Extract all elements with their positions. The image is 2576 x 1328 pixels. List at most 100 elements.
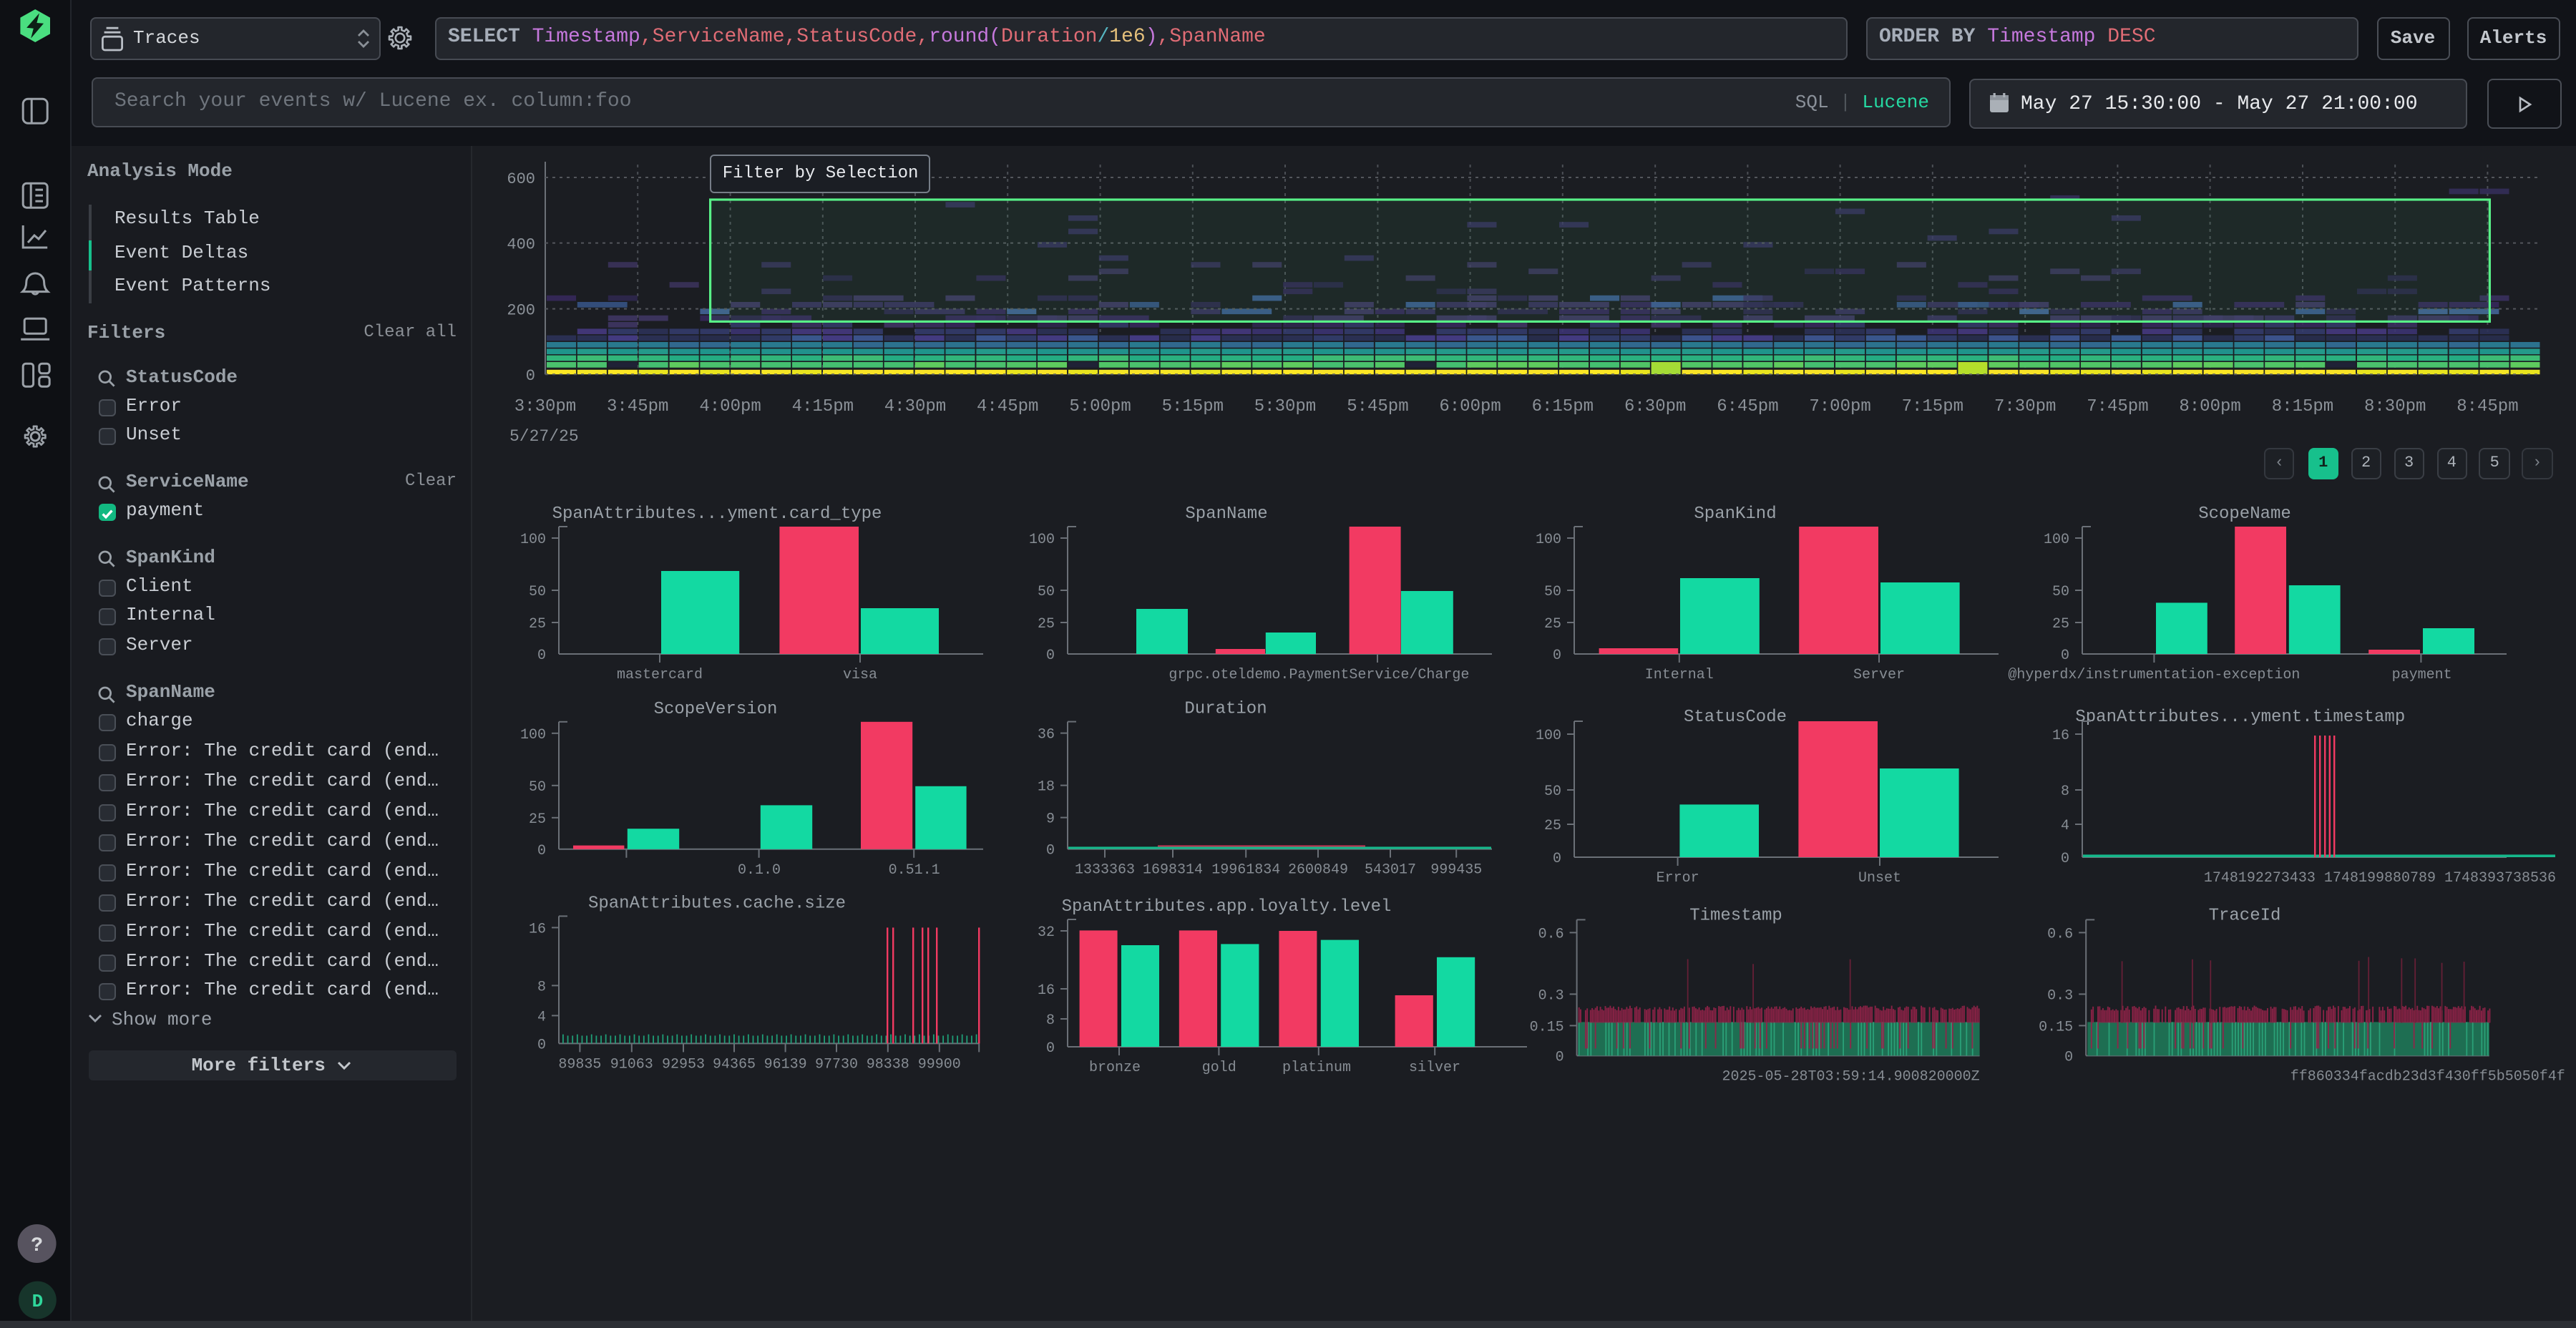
svg-text:StatusCode: StatusCode [1684, 708, 1787, 727]
svg-text:8:15pm: 8:15pm [2272, 397, 2333, 416]
svg-text:4:45pm: 4:45pm [977, 397, 1038, 416]
svg-text:91063: 91063 [610, 1056, 653, 1073]
svg-text:0.6: 0.6 [2047, 926, 2073, 942]
svg-text:4: 4 [2061, 818, 2069, 834]
svg-text:2600849: 2600849 [1288, 862, 1348, 879]
svg-text:8: 8 [537, 979, 546, 995]
svg-text:0: 0 [1556, 1049, 1564, 1065]
svg-text:@hyperdx/instrumentation-excep: @hyperdx/instrumentation-exception [2008, 667, 2300, 683]
svg-text:2025-05-28T03:59:14.900820000Z: 2025-05-28T03:59:14.900820000Z [1722, 1068, 1980, 1085]
svg-text:payment: payment [2392, 667, 2452, 683]
svg-text:0.15: 0.15 [2039, 1019, 2073, 1035]
svg-text:5:15pm: 5:15pm [1162, 397, 1224, 416]
svg-text:0: 0 [2061, 851, 2069, 867]
svg-text:0.51.1: 0.51.1 [889, 862, 940, 879]
svg-text:5/27/25: 5/27/25 [509, 427, 579, 446]
svg-text:98338: 98338 [867, 1056, 909, 1073]
svg-text:7:00pm: 7:00pm [1809, 397, 1870, 416]
svg-text:7:45pm: 7:45pm [2087, 397, 2148, 416]
svg-text:SpanAttributes...yment.timesta: SpanAttributes...yment.timestamp [2075, 708, 2405, 727]
svg-text:ScopeName: ScopeName [2198, 504, 2291, 524]
svg-text:25: 25 [1544, 616, 1561, 633]
svg-text:5:30pm: 5:30pm [1254, 397, 1316, 416]
svg-text:8:00pm: 8:00pm [2179, 397, 2240, 416]
svg-text:ff860334facdb23d3f430ff5b5050f: ff860334facdb23d3f430ff5b5050f4f [2290, 1068, 2565, 1085]
svg-text:ScopeVersion: ScopeVersion [654, 700, 778, 719]
svg-text:543017: 543017 [1365, 862, 1416, 879]
svg-text:0: 0 [537, 843, 546, 859]
svg-text:0: 0 [1046, 1040, 1055, 1057]
svg-text:0: 0 [537, 1037, 546, 1053]
svg-text:0: 0 [1046, 648, 1055, 664]
svg-text:6:45pm: 6:45pm [1717, 397, 1778, 416]
svg-text:1748192273433 1748199880789 17: 1748192273433 1748199880789 174839373853… [2204, 870, 2556, 887]
svg-text:8: 8 [2061, 783, 2069, 800]
svg-text:4:15pm: 4:15pm [792, 397, 854, 416]
svg-text:0.15: 0.15 [1530, 1019, 1564, 1035]
svg-text:50: 50 [1544, 584, 1561, 600]
svg-text:25: 25 [2052, 616, 2069, 633]
svg-text:9: 9 [1046, 811, 1055, 828]
svg-text:Unset: Unset [1858, 870, 1901, 887]
svg-text:D: D [32, 1291, 44, 1312]
svg-text:4: 4 [537, 1009, 546, 1025]
svg-text:100: 100 [520, 532, 546, 548]
svg-text:SpanKind: SpanKind [1694, 504, 1776, 524]
svg-text:16: 16 [2052, 728, 2069, 744]
svg-text:400: 400 [507, 236, 535, 254]
svg-text:600: 600 [507, 170, 535, 188]
svg-text:0: 0 [1046, 843, 1055, 859]
svg-text:8:30pm: 8:30pm [2364, 397, 2426, 416]
svg-text:0.3: 0.3 [2047, 987, 2073, 1004]
svg-text:6:15pm: 6:15pm [1532, 397, 1594, 416]
svg-text:1333363: 1333363 [1075, 862, 1135, 879]
svg-text:SpanAttributes.app.loyalty.lev: SpanAttributes.app.loyalty.level [1062, 897, 1392, 917]
svg-text:0.1.0: 0.1.0 [738, 862, 781, 879]
svg-text:16: 16 [1038, 982, 1055, 999]
svg-text:25: 25 [529, 811, 546, 828]
svg-text:platinum: platinum [1282, 1060, 1351, 1076]
svg-text:999435: 999435 [1430, 862, 1482, 879]
svg-text:6:00pm: 6:00pm [1439, 397, 1501, 416]
svg-text:0: 0 [1553, 851, 1561, 867]
svg-text:3:45pm: 3:45pm [607, 397, 668, 416]
svg-text:8:45pm: 8:45pm [2457, 397, 2518, 416]
svg-text:100: 100 [520, 727, 546, 743]
svg-text:50: 50 [529, 779, 546, 796]
svg-text:0: 0 [2061, 648, 2069, 664]
svg-text:25: 25 [529, 616, 546, 633]
svg-text:8: 8 [1046, 1012, 1055, 1029]
svg-text:Timestamp: Timestamp [1689, 906, 1782, 925]
svg-text:96139: 96139 [764, 1056, 807, 1073]
svg-text:19961834: 19961834 [1211, 862, 1280, 879]
svg-text:50: 50 [2052, 584, 2069, 600]
svg-text:0: 0 [537, 648, 546, 664]
svg-text:SpanAttributes.cache.size: SpanAttributes.cache.size [588, 894, 846, 913]
svg-text:100: 100 [2044, 532, 2069, 548]
svg-text:Server: Server [1853, 667, 1905, 683]
svg-text:97730: 97730 [815, 1056, 858, 1073]
svg-text:mastercard: mastercard [617, 667, 703, 683]
svg-text:100: 100 [1536, 728, 1561, 744]
svg-text:visa: visa [843, 667, 877, 683]
svg-text:4:30pm: 4:30pm [884, 397, 946, 416]
svg-text:?: ? [31, 1235, 43, 1257]
svg-text:50: 50 [1038, 584, 1055, 600]
svg-text:50: 50 [529, 584, 546, 600]
svg-text:silver: silver [1409, 1060, 1460, 1076]
svg-text:Internal: Internal [1645, 667, 1714, 683]
svg-text:0.6: 0.6 [1538, 926, 1564, 942]
svg-text:6:30pm: 6:30pm [1624, 397, 1686, 416]
svg-text:0: 0 [1553, 648, 1561, 664]
svg-text:32: 32 [1038, 924, 1055, 941]
svg-text:94365: 94365 [713, 1056, 756, 1073]
svg-text:200: 200 [507, 302, 535, 320]
svg-text:gold: gold [1202, 1060, 1236, 1076]
svg-text:25: 25 [1038, 616, 1055, 633]
svg-text:3:30pm: 3:30pm [514, 397, 576, 416]
svg-text:99900: 99900 [918, 1056, 961, 1073]
svg-text:grpc.oteldemo.PaymentService/C: grpc.oteldemo.PaymentService/Charge [1169, 667, 1469, 683]
svg-text:7:15pm: 7:15pm [1902, 397, 1963, 416]
svg-text:4:00pm: 4:00pm [699, 397, 761, 416]
svg-text:92953: 92953 [662, 1056, 705, 1073]
